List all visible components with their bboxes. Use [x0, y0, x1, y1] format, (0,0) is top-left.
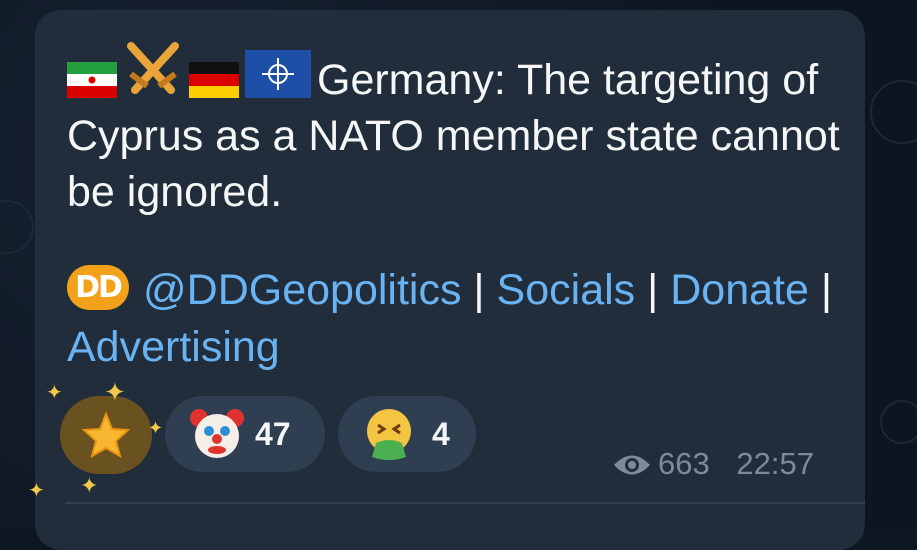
- logo-text: DD: [75, 270, 123, 305]
- donate-link[interactable]: Donate: [670, 266, 809, 314]
- vomiting-face-icon: [367, 409, 411, 460]
- sparkle-icon: ✦: [46, 380, 63, 404]
- dd-logo-icon: DD: [67, 265, 129, 310]
- socials-link[interactable]: Socials: [497, 266, 636, 314]
- crossed-swords-icon: [127, 42, 179, 94]
- iran-flag-icon: [67, 62, 117, 98]
- vomit-reaction-button[interactable]: 4: [338, 396, 476, 472]
- nato-flag-icon: [245, 50, 311, 98]
- sparkle-icon: ✦: [104, 378, 126, 408]
- channel-links: DD @DDGeopolitics | Socials | Donate | Ad…: [67, 262, 847, 376]
- clown-face-icon: [190, 409, 244, 458]
- star-icon: [82, 412, 130, 458]
- advertising-link[interactable]: Advertising: [67, 323, 280, 371]
- clown-reaction-button[interactable]: 47: [165, 396, 325, 472]
- sparkle-icon: ✦: [148, 418, 164, 439]
- separator: |: [647, 266, 659, 314]
- separator: |: [473, 266, 485, 314]
- sparkle-icon: ✦: [80, 474, 99, 499]
- message-text: Germany: The targeting of Cyprus as a NA…: [67, 40, 847, 220]
- message-meta: 663 22:57: [612, 446, 814, 482]
- vomit-count: 4: [432, 416, 450, 452]
- sparkle-icon: ✦: [28, 478, 45, 502]
- clown-count: 47: [255, 416, 291, 452]
- comments-divider: [65, 502, 865, 504]
- view-count: 663: [658, 446, 710, 481]
- message-time: 22:57: [736, 446, 814, 481]
- germany-flag-icon: [189, 62, 239, 98]
- eye-icon: [614, 455, 650, 475]
- channel-handle-link[interactable]: @DDGeopolitics: [143, 266, 461, 314]
- background-doodle: [880, 400, 917, 444]
- separator: |: [820, 266, 833, 314]
